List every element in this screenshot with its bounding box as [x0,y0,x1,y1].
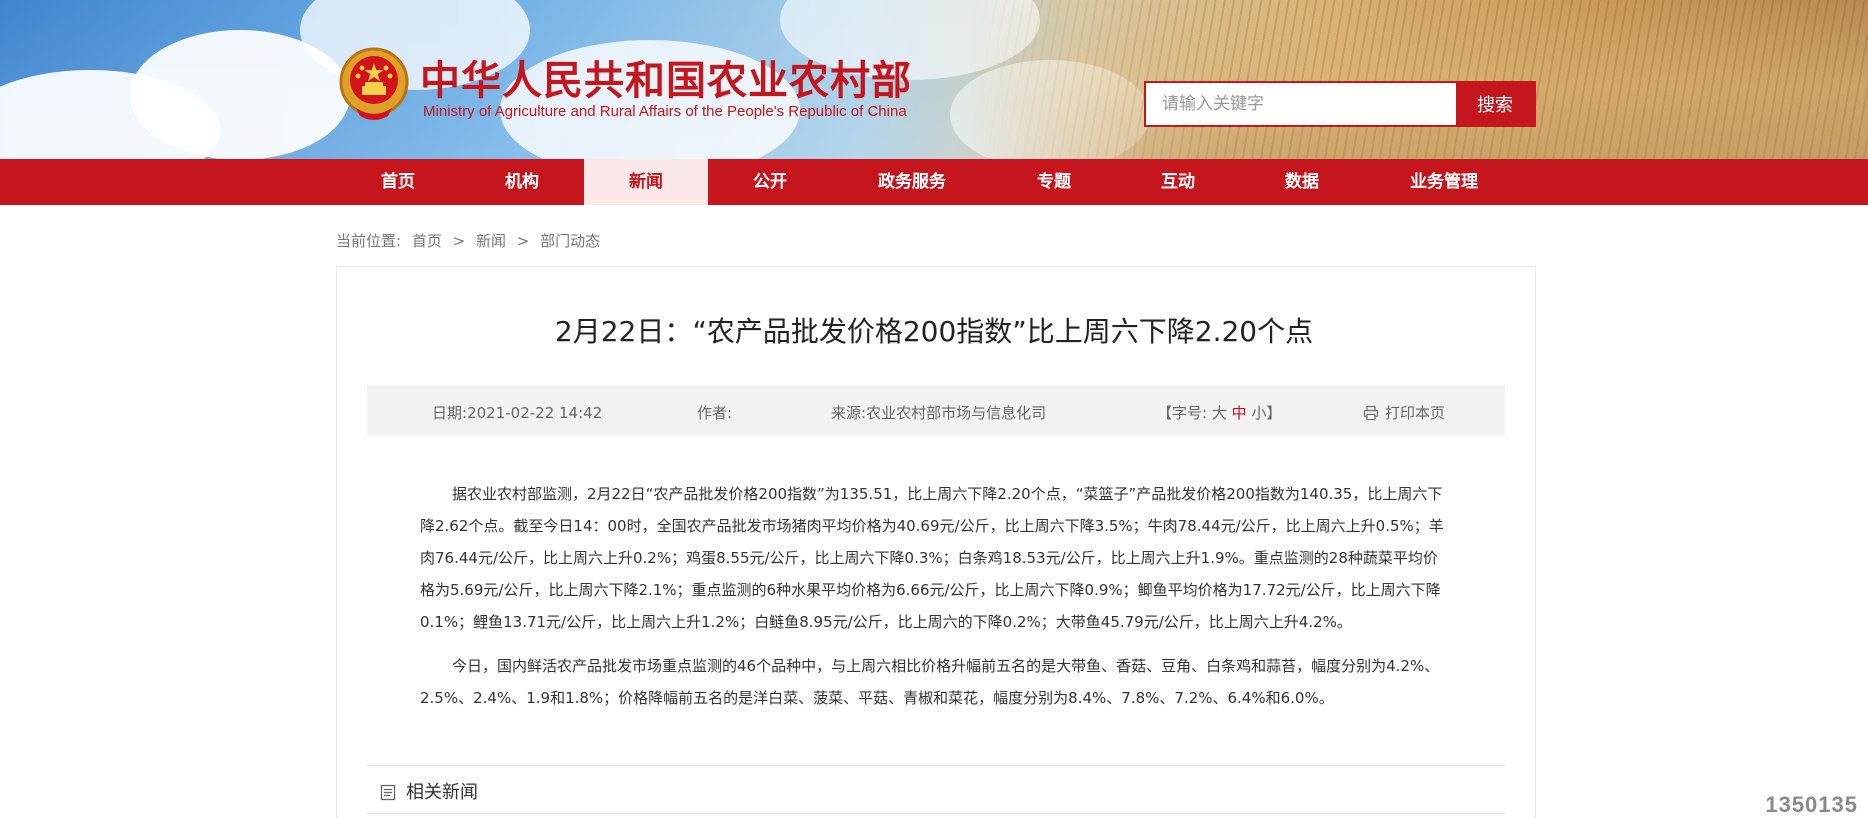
nav-item-topics[interactable]: 专题 [992,159,1116,205]
font-size-controls: 【字号: 大 中 小】 [1157,402,1281,423]
main-nav: 首页 机构 新闻 公开 政务服务 专题 互动 数据 业务管理 [0,159,1868,205]
related-news-header: 相关新闻 [380,778,478,804]
document-list-icon [380,784,396,801]
nav-item-home[interactable]: 首页 [336,159,460,205]
meta-author-label: 作者: [697,404,733,422]
article-meta-bar: 日期:2021-02-22 14:42 作者: 来源:农业农村部市场与信息化司 … [367,386,1505,436]
article-title: 2月22日：“农产品批发价格200指数”比上周六下降2.20个点 [554,315,1314,348]
meta-date-label: 日期: [432,404,468,422]
nav-items: 首页 机构 新闻 公开 政务服务 专题 互动 数据 业务管理 [336,159,1524,205]
font-size-label: 【字号: [1157,404,1208,422]
watermark-logo: 1350135 [1765,792,1858,817]
meta-date: 日期:2021-02-22 14:42 [432,402,602,423]
breadcrumb: 当前位置: 首页 > 新闻 > 部门动态 [336,230,606,251]
breadcrumb-department-news-link[interactable]: 部门动态 [540,232,600,250]
print-label: 打印本页 [1385,404,1446,422]
font-size-large-button[interactable]: 大 [1212,404,1227,422]
breadcrumb-separator: > [516,232,530,250]
nav-item-organization[interactable]: 机构 [460,159,584,205]
nav-item-business-management[interactable]: 业务管理 [1364,159,1524,205]
font-size-small-button[interactable]: 小 [1251,404,1266,422]
search-box: 搜索 [1144,81,1536,127]
banner-overlay [0,0,1868,159]
font-size-bracket-close: 】 [1266,404,1282,422]
print-button[interactable]: 打印本页 [1363,402,1445,423]
related-news-title: 相关新闻 [406,782,478,803]
meta-source-value: 农业农村部市场与信息化司 [866,404,1047,422]
meta-source: 来源:农业农村部市场与信息化司 [831,402,1046,423]
meta-source-label: 来源: [831,404,867,422]
divider [367,765,1505,766]
article-paragraph: 据农业农村部监测，2月22日“农产品批发价格200指数”为135.51，比上周六… [420,485,1444,631]
national-emblem-icon [339,47,409,120]
article-paragraph: 今日，国内鲜活农产品批发市场重点监测的46个品种中，与上周六相比价格升幅前五名的… [420,657,1440,707]
nav-item-news[interactable]: 新闻 [584,159,708,205]
search-input[interactable] [1146,83,1456,125]
breadcrumb-prefix: 当前位置: [336,232,402,250]
breadcrumb-home-link[interactable]: 首页 [412,232,442,250]
site-title: 中华人民共和国农业农村部 [420,58,912,104]
site-subtitle: Ministry of Agriculture and Rural Affair… [423,103,907,120]
site-banner: 中华人民共和国农业农村部 Ministry of Agriculture and… [0,0,1868,159]
nav-item-public[interactable]: 公开 [708,159,832,205]
printer-icon [1363,405,1379,421]
search-button[interactable]: 搜索 [1456,83,1534,125]
meta-date-value: 2021-02-22 14:42 [467,404,603,422]
font-size-medium-button[interactable]: 中 [1232,404,1247,422]
nav-item-government-services[interactable]: 政务服务 [832,159,992,205]
article-body: 据农业农村部监测，2月22日“农产品批发价格200指数”为135.51，比上周六… [420,478,1452,726]
breadcrumb-separator: > [452,232,466,250]
divider [367,813,1505,814]
meta-author: 作者: [697,402,732,423]
nav-item-interaction[interactable]: 互动 [1116,159,1240,205]
breadcrumb-news-link[interactable]: 新闻 [476,232,506,250]
nav-item-data[interactable]: 数据 [1240,159,1364,205]
